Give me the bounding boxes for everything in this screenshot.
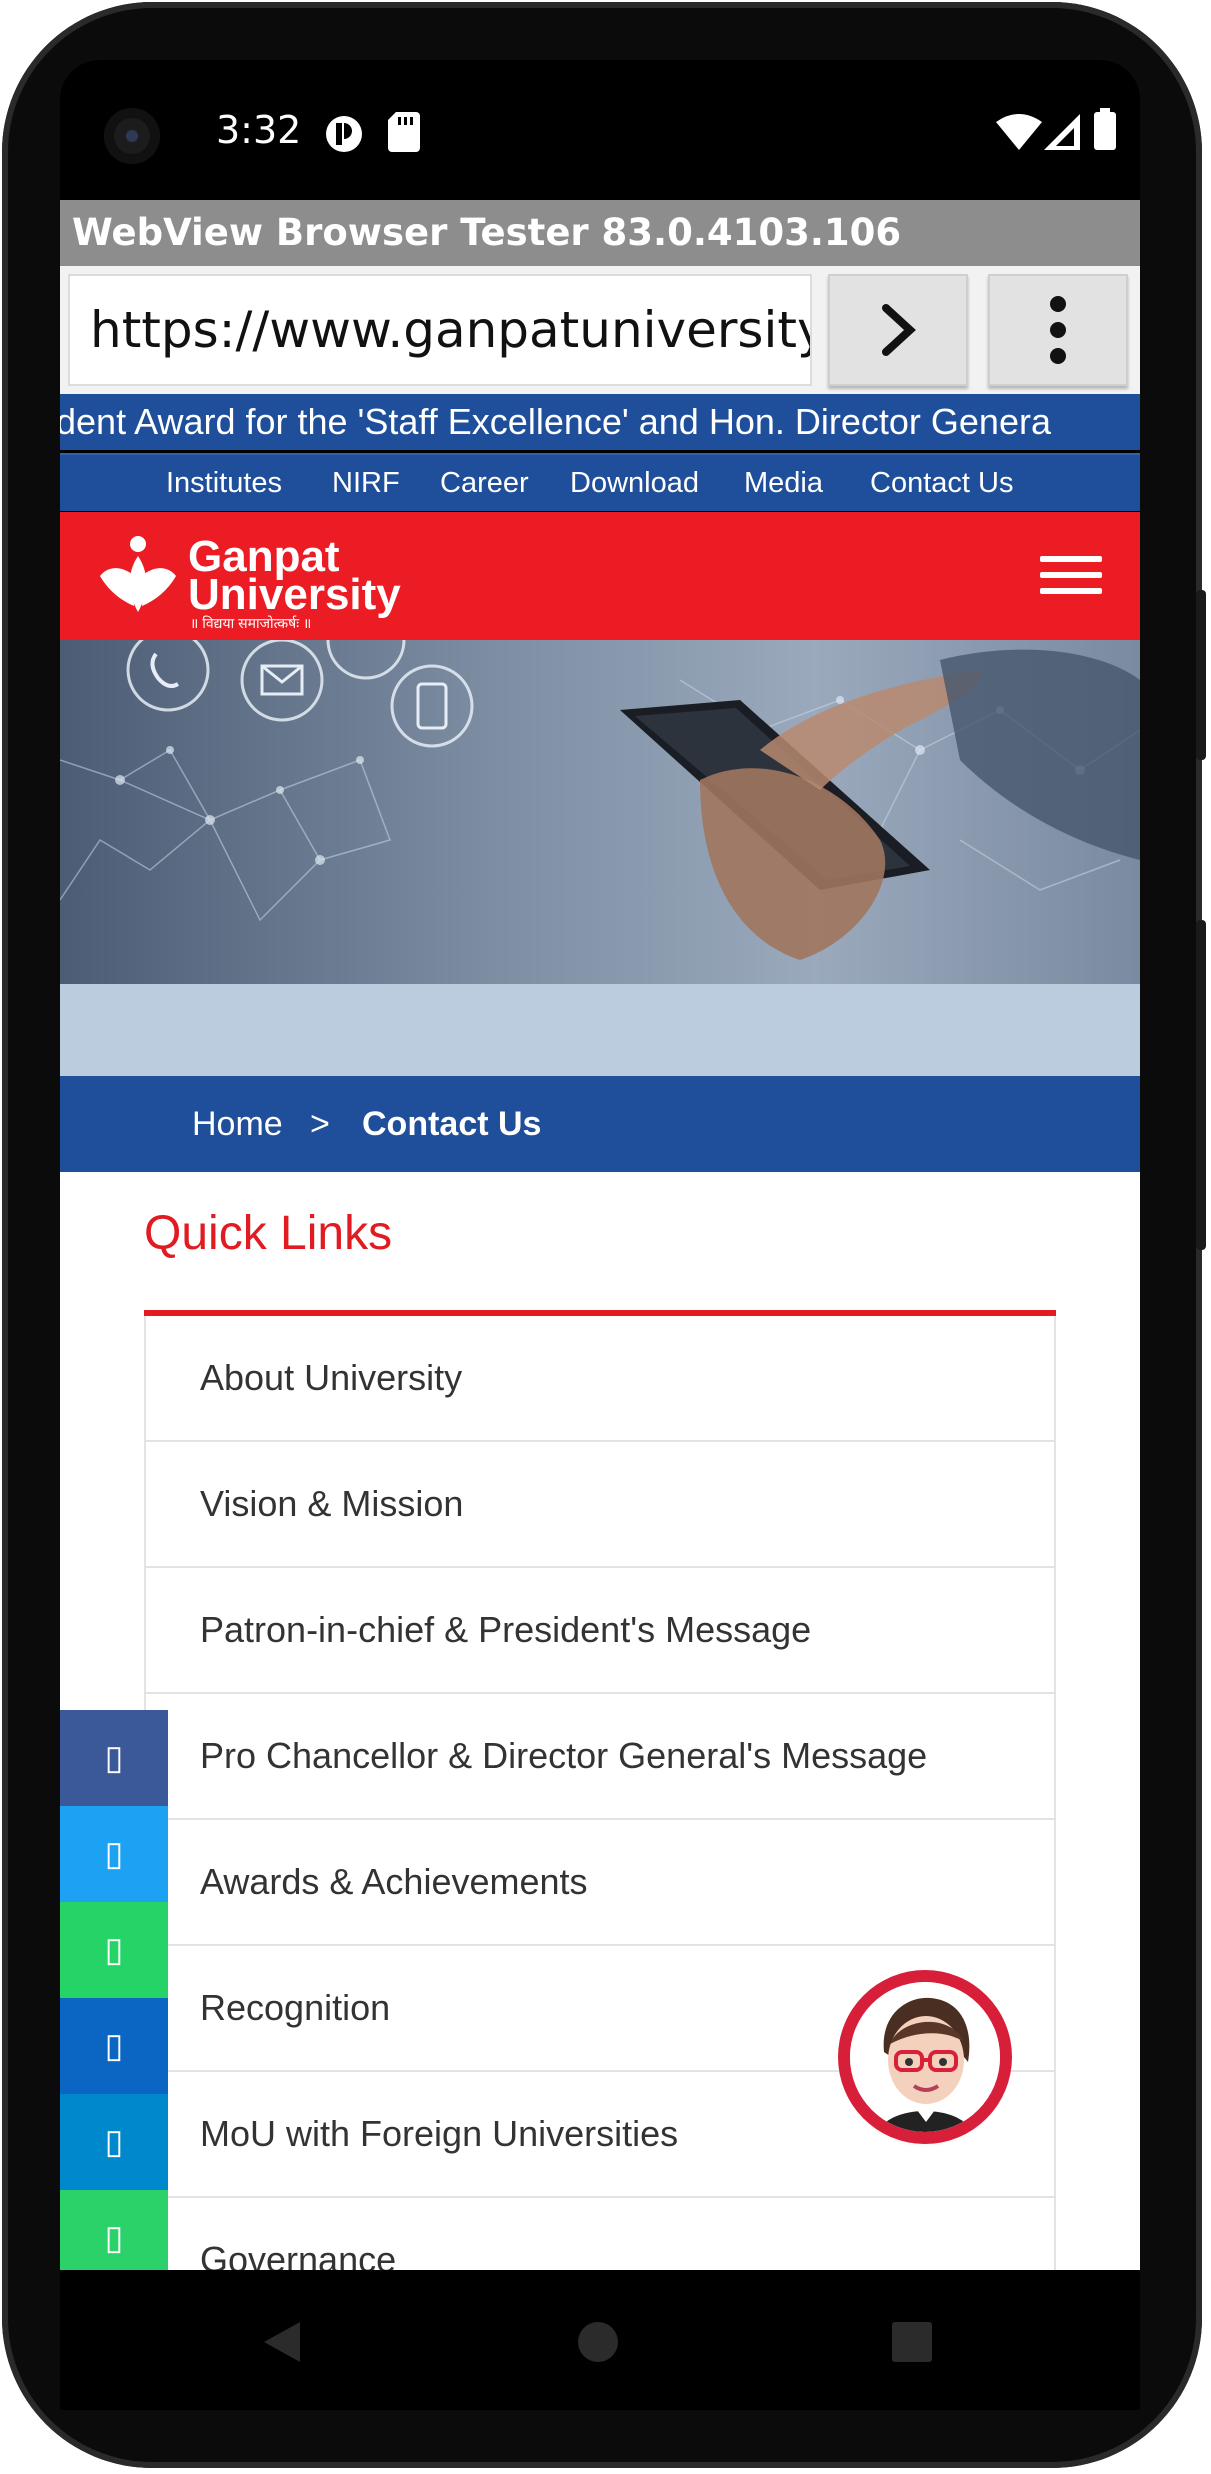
logo-line2: University [188,570,401,619]
url-bar: https://www.ganpatuniversity.ac [60,266,1140,394]
sync-icon [322,112,366,161]
nav-career[interactable]: Career [440,455,529,511]
linkedin-icon: ▯ [104,2027,124,2065]
power-button[interactable] [1196,590,1206,760]
screen: 3:32 WebView Browser Tester 83.0.4103.10… [60,60,1140,2270]
hamburger-menu-icon[interactable] [1040,556,1102,596]
chatbot-avatar-button[interactable] [850,1982,1000,2132]
twitter-share-button[interactable]: ▯ [60,1806,168,1902]
chevron-right-icon [882,304,916,356]
sms-icon: ▯ [104,2219,124,2257]
browser-title: WebView Browser Tester 83.0.4103.106 [60,200,1140,266]
whatsapp-share-button[interactable]: ▯ [60,1902,168,1998]
quick-link-patron-message[interactable]: Patron-in-chief & President's Message [144,1568,1056,1694]
telegram-icon: ▯ [104,2123,124,2161]
hero-image [60,640,1140,960]
quick-link-governance[interactable]: Governance [144,2198,1056,2270]
quick-link-awards[interactable]: Awards & Achievements [144,1820,1056,1946]
url-input[interactable]: https://www.ganpatuniversity.ac [68,274,812,386]
breadcrumb: Home > Contact Us [60,1076,1140,1172]
quick-links-title: Quick Links [144,1207,393,1260]
site-logo[interactable]: Ganpat University ॥ विद्यया समाजोत्कर्षः… [60,512,420,640]
front-camera [104,108,160,164]
nav-institutes[interactable]: Institutes [166,455,282,511]
nav-media[interactable]: Media [744,455,823,511]
chatbot-avatar-icon [850,1982,1000,2132]
linkedin-share-button[interactable]: ▯ [60,1998,168,2094]
whatsapp-icon: ▯ [104,1931,124,1969]
status-bar: 3:32 [60,60,1140,200]
sd-card-icon [388,112,420,157]
breadcrumb-home[interactable]: Home [192,1076,283,1172]
ticker-text: ident Award for the 'Staff Excellence' a… [60,401,1051,442]
quick-link-about-university[interactable]: About University [144,1316,1056,1442]
breadcrumb-current: Contact Us [362,1105,542,1143]
news-ticker[interactable]: ident Award for the 'Staff Excellence' a… [60,394,1140,450]
hero-caption-band [60,984,1140,1076]
telegram-share-button[interactable]: ▯ [60,2094,168,2190]
twitter-icon: ▯ [104,1835,124,1873]
more-vert-icon [1050,296,1066,364]
nav-download[interactable]: Download [570,455,699,511]
status-time: 3:32 [216,108,302,152]
battery-icon [1094,108,1116,155]
nav-contact-us[interactable]: Contact Us [870,455,1013,511]
quick-link-vision-mission[interactable]: Vision & Mission [144,1442,1056,1568]
cell-signal-icon [1044,114,1080,155]
android-nav-bar [60,2270,1140,2410]
volume-button[interactable] [1196,920,1206,1250]
facebook-share-button[interactable]: ▯ [60,1710,168,1806]
recents-icon[interactable] [890,2320,934,2364]
home-icon[interactable] [574,2318,622,2366]
sms-share-button[interactable]: ▯ [60,2190,168,2270]
logo-emblem-icon [100,536,176,612]
phone-device: 3:32 WebView Browser Tester 83.0.4103.10… [0,0,1211,2474]
facebook-icon: ▯ [104,1739,124,1777]
quick-link-pro-chancellor-message[interactable]: Pro Chancellor & Director General's Mess… [144,1694,1056,1820]
nav-nirf[interactable]: NIRF [332,455,400,511]
top-nav: Institutes NIRF Career Download Media Co… [60,453,1140,511]
hero-banner [60,640,1140,984]
wifi-icon [996,114,1042,155]
breadcrumb-separator: > [310,1105,330,1143]
logo-tagline: ॥ विद्यया समाजोत्कर्षः ॥ [190,615,312,631]
go-button[interactable] [828,274,968,386]
site-header: Ganpat University ॥ विद्यया समाजोत्कर्षः… [60,512,1140,640]
menu-button[interactable] [988,274,1128,386]
back-icon[interactable] [260,2318,304,2366]
